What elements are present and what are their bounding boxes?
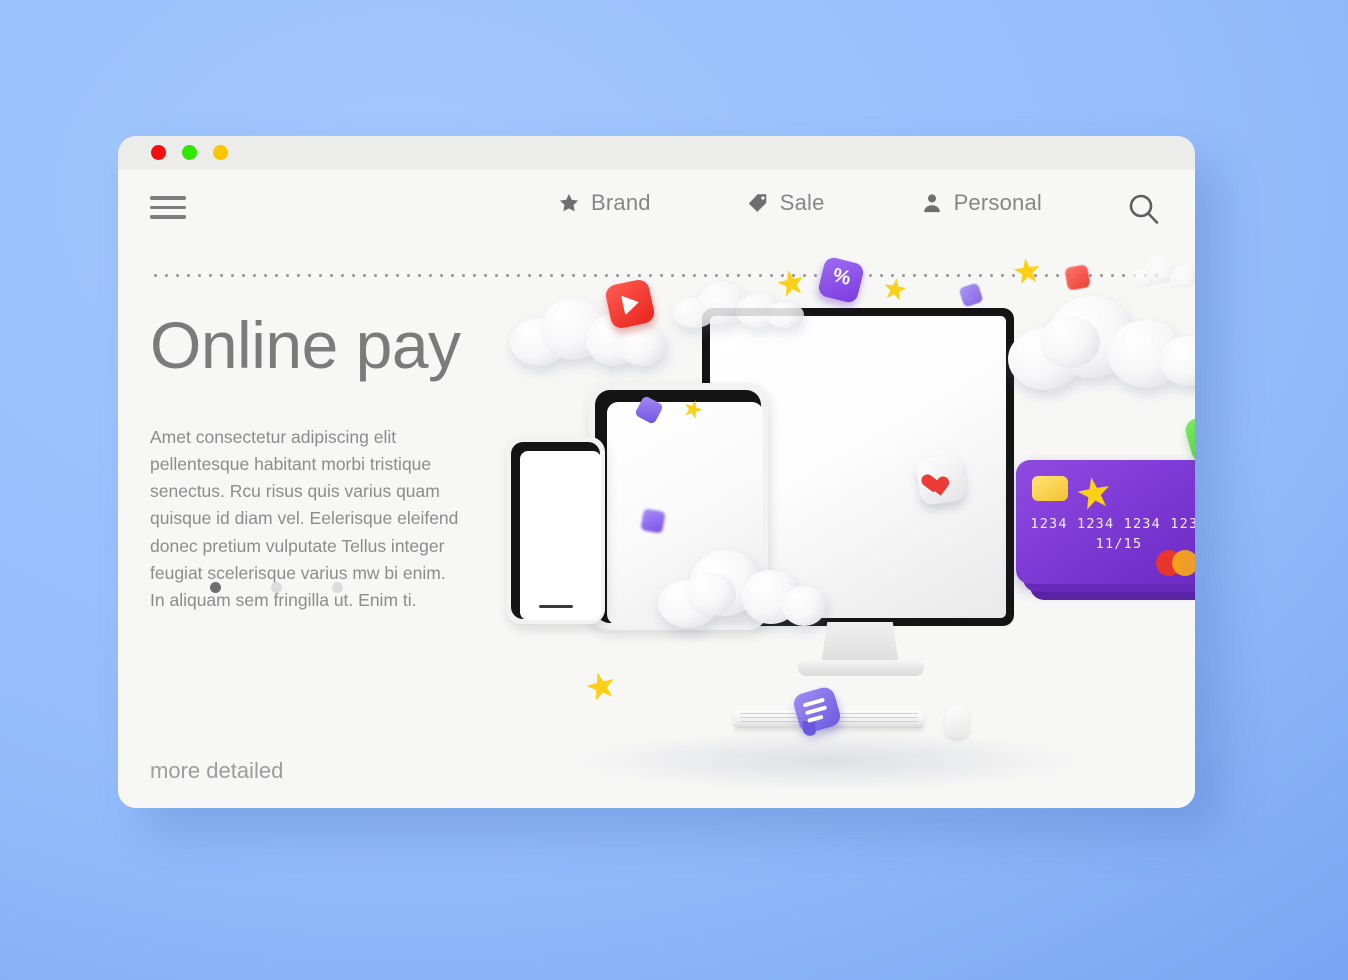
- search-icon[interactable]: [1126, 192, 1160, 226]
- mouse: [945, 706, 969, 738]
- carousel-dot-1[interactable]: [210, 582, 221, 593]
- nav-item-label: Personal: [953, 190, 1042, 215]
- purple-cube-icon: [640, 508, 666, 534]
- percent-glyph: %: [830, 264, 854, 290]
- minimize-button[interactable]: [182, 145, 197, 160]
- heart-shape: [929, 468, 954, 491]
- carousel-dot-3[interactable]: [332, 582, 343, 593]
- card-number: 1234 1234 1234 1234: [1030, 516, 1195, 532]
- card-chip-icon: [1032, 476, 1068, 501]
- purple-cube-icon: [958, 282, 984, 308]
- star-icon: [584, 669, 618, 703]
- hero-illustration: 1234 1234 1234 1234 11/15 %: [448, 255, 1195, 808]
- nav-item-brand[interactable]: Brand: [558, 190, 651, 216]
- browser-window: Brand Sale Personal Online pay Amet cons…: [118, 136, 1195, 808]
- hamburger-bar: [150, 215, 186, 219]
- cloud-icon: [1008, 288, 1195, 390]
- hamburger-icon[interactable]: [150, 196, 186, 219]
- monitor-stand-base: [798, 660, 924, 676]
- heart-square-icon: [915, 454, 967, 506]
- card-brand-circle-orange: [1172, 550, 1195, 576]
- cloud-icon: [1130, 254, 1195, 288]
- nav-item-label: Sale: [779, 190, 825, 215]
- star-icon: [882, 276, 907, 301]
- maximize-button[interactable]: [213, 145, 228, 160]
- check-bubble-icon: [1182, 409, 1195, 465]
- nav-items: Brand Sale Personal: [558, 190, 1042, 216]
- hero-copy: Online pay Amet consectetur adipiscing e…: [150, 312, 480, 614]
- tag-icon: [748, 194, 766, 212]
- page-content: Brand Sale Personal Online pay Amet cons…: [118, 170, 1195, 808]
- hamburger-bar: [150, 205, 186, 209]
- nav-item-sale[interactable]: Sale: [747, 190, 825, 216]
- red-square-icon: [1064, 264, 1091, 291]
- page-title: Online pay: [150, 308, 461, 382]
- phone-device: [506, 437, 605, 624]
- close-button[interactable]: [151, 145, 166, 160]
- hamburger-bar: [150, 196, 186, 200]
- page-canvas: Brand Sale Personal Online pay Amet cons…: [0, 0, 1348, 980]
- carousel-dots: [210, 582, 343, 593]
- play-triangle: [621, 292, 641, 316]
- phone-screen: [520, 451, 601, 620]
- credit-card-front: 1234 1234 1234 1234 11/15: [1016, 460, 1195, 584]
- star-icon: [1012, 256, 1041, 285]
- carousel-dot-2[interactable]: [271, 582, 282, 593]
- nav-item-label: Brand: [591, 190, 651, 215]
- person-icon: [923, 194, 940, 213]
- nav-item-personal[interactable]: Personal: [921, 190, 1042, 216]
- credit-card-stack: 1234 1234 1234 1234 11/15: [1016, 460, 1195, 600]
- percent-badge-icon: %: [816, 255, 866, 305]
- floor-shadow: [568, 730, 1088, 792]
- window-titlebar: [118, 136, 1195, 170]
- top-navigation: Brand Sale Personal: [118, 170, 1195, 244]
- phone-bezel: [511, 442, 601, 620]
- phone-home-indicator: [539, 605, 573, 608]
- cloud-icon: [658, 542, 826, 628]
- star-icon: [559, 193, 579, 212]
- more-detailed-link[interactable]: more detailed: [150, 758, 283, 784]
- bubble-tail: [802, 720, 817, 737]
